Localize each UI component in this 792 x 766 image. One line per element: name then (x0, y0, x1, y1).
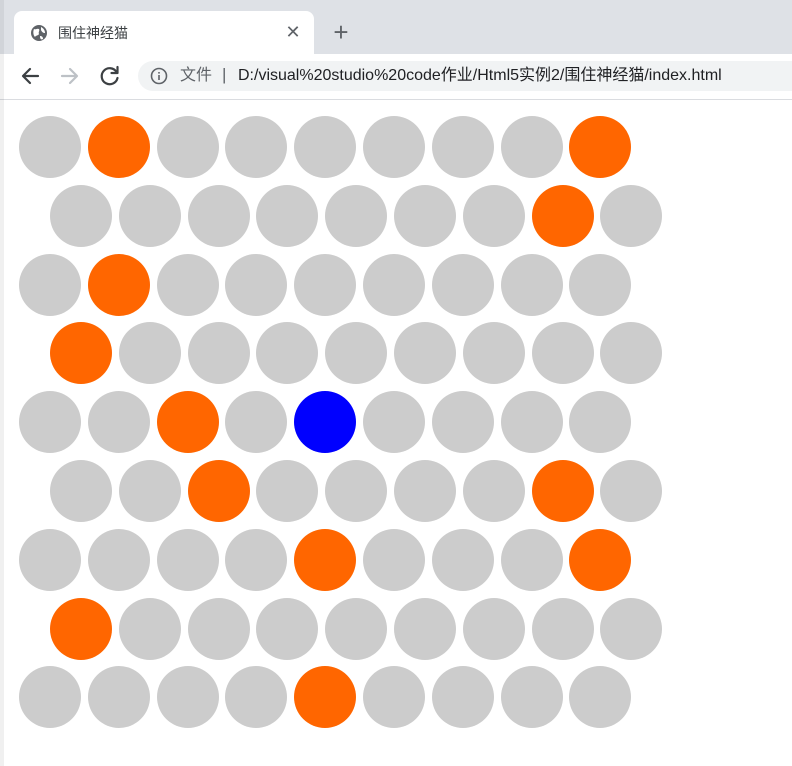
empty-cell[interactable] (431, 116, 494, 178)
empty-cell[interactable] (187, 184, 250, 247)
url-text[interactable]: D:/visual%20studio%20code作业/Html5实例2/围住神… (238, 65, 722, 87)
empty-cell[interactable] (394, 597, 456, 660)
empty-cell[interactable] (462, 184, 525, 247)
empty-cell[interactable] (500, 391, 563, 454)
forward-arrow-icon[interactable] (56, 62, 84, 90)
empty-cell[interactable] (363, 666, 425, 729)
browser-tab[interactable]: 围住神经猫 ✕ (14, 11, 314, 54)
empty-cell[interactable] (600, 460, 663, 522)
globe-icon (30, 24, 48, 42)
empty-cell[interactable] (156, 253, 219, 316)
empty-cell[interactable] (19, 666, 81, 729)
empty-cell[interactable] (187, 322, 250, 385)
empty-cell[interactable] (256, 460, 319, 522)
empty-cell[interactable] (394, 184, 456, 247)
wall-cell[interactable] (187, 460, 250, 522)
wall-cell[interactable] (50, 597, 112, 660)
wall-cell[interactable] (50, 322, 112, 385)
empty-cell[interactable] (500, 528, 563, 591)
empty-cell[interactable] (256, 322, 319, 385)
plus-icon[interactable]: + (327, 18, 355, 46)
empty-cell[interactable] (325, 597, 388, 660)
empty-cell[interactable] (431, 391, 494, 454)
empty-cell[interactable] (500, 666, 563, 729)
empty-cell[interactable] (118, 460, 181, 522)
empty-cell[interactable] (19, 116, 81, 178)
wall-cell[interactable] (87, 116, 150, 178)
empty-cell[interactable] (118, 597, 181, 660)
empty-cell[interactable] (19, 528, 81, 591)
empty-cell[interactable] (531, 597, 594, 660)
empty-cell[interactable] (431, 528, 494, 591)
empty-cell[interactable] (569, 391, 632, 454)
cat-cell[interactable] (294, 391, 357, 454)
back-arrow-icon[interactable] (16, 62, 44, 90)
close-icon[interactable]: ✕ (282, 21, 304, 43)
empty-cell[interactable] (462, 597, 525, 660)
empty-cell[interactable] (87, 666, 150, 729)
empty-cell[interactable] (600, 322, 663, 385)
empty-cell[interactable] (325, 322, 388, 385)
empty-cell[interactable] (431, 666, 494, 729)
empty-cell[interactable] (600, 597, 663, 660)
empty-cell[interactable] (87, 391, 150, 454)
empty-cell[interactable] (225, 391, 288, 454)
tab-strip: 围住神经猫 ✕ + (0, 0, 792, 54)
empty-cell[interactable] (363, 528, 425, 591)
info-icon[interactable] (150, 67, 168, 85)
wall-cell[interactable] (294, 666, 357, 729)
empty-cell[interactable] (325, 184, 388, 247)
empty-cell[interactable] (431, 253, 494, 316)
empty-cell[interactable] (500, 253, 563, 316)
empty-cell[interactable] (600, 184, 663, 247)
empty-cell[interactable] (363, 391, 425, 454)
empty-cell[interactable] (394, 322, 456, 385)
game-board (0, 100, 792, 766)
wall-cell[interactable] (294, 528, 357, 591)
empty-cell[interactable] (294, 253, 357, 316)
empty-cell[interactable] (156, 116, 219, 178)
empty-cell[interactable] (19, 391, 81, 454)
empty-cell[interactable] (569, 253, 632, 316)
empty-cell[interactable] (118, 322, 181, 385)
wall-cell[interactable] (156, 391, 219, 454)
empty-cell[interactable] (187, 597, 250, 660)
tab-title: 围住神经猫 (58, 25, 128, 41)
empty-cell[interactable] (462, 322, 525, 385)
wall-cell[interactable] (569, 116, 632, 178)
empty-cell[interactable] (19, 253, 81, 316)
empty-cell[interactable] (256, 184, 319, 247)
url-scheme-label: 文件 (180, 67, 213, 84)
empty-cell[interactable] (225, 253, 288, 316)
empty-cell[interactable] (156, 666, 219, 729)
empty-cell[interactable] (363, 253, 425, 316)
address-bar[interactable]: 文件 | D:/visual%20studio%20code作业/Html5实例… (138, 61, 792, 91)
reload-icon[interactable] (96, 62, 124, 90)
browser-toolbar: 文件 | D:/visual%20studio%20code作业/Html5实例… (0, 54, 792, 100)
wall-cell[interactable] (531, 460, 594, 522)
empty-cell[interactable] (325, 460, 388, 522)
empty-cell[interactable] (225, 666, 288, 729)
empty-cell[interactable] (156, 528, 219, 591)
empty-cell[interactable] (462, 460, 525, 522)
wall-cell[interactable] (569, 528, 632, 591)
empty-cell[interactable] (394, 460, 456, 522)
empty-cell[interactable] (294, 116, 357, 178)
empty-cell[interactable] (50, 460, 112, 522)
empty-cell[interactable] (531, 322, 594, 385)
empty-cell[interactable] (118, 184, 181, 247)
empty-cell[interactable] (500, 116, 563, 178)
empty-cell[interactable] (87, 528, 150, 591)
empty-cell[interactable] (256, 597, 319, 660)
empty-cell[interactable] (225, 528, 288, 591)
empty-cell[interactable] (225, 116, 288, 178)
empty-cell[interactable] (50, 184, 112, 247)
wall-cell[interactable] (531, 184, 594, 247)
wall-cell[interactable] (87, 253, 150, 316)
empty-cell[interactable] (363, 116, 425, 178)
empty-cell[interactable] (569, 666, 632, 729)
url-separator: | (222, 65, 227, 84)
